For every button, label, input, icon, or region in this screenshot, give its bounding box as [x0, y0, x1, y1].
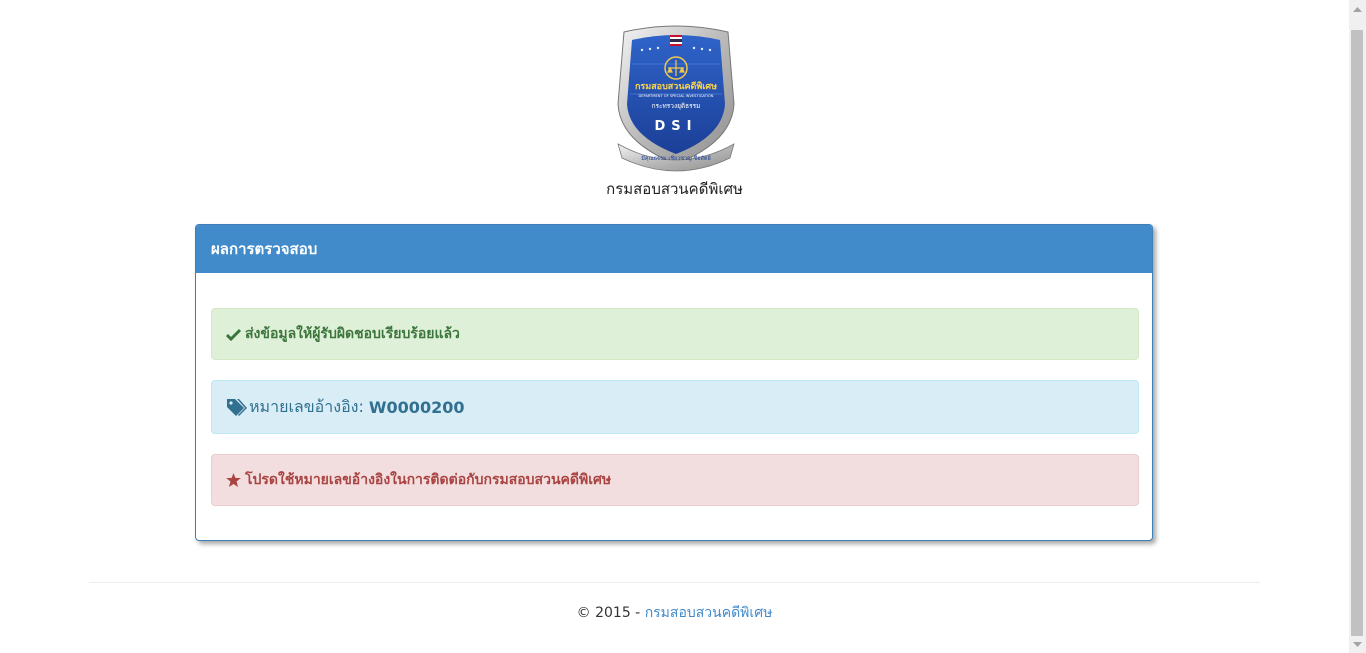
logo-ministry: กระทรวงยุติธรรม [652, 102, 701, 110]
check-icon [226, 328, 241, 341]
logo-dept-name-en: DEPARTMENT OF SPECIAL INVESTIGATION [639, 94, 714, 98]
dsi-logo: กรมสอบสวนคดีพิเศษ DEPARTMENT OF SPECIAL … [617, 25, 735, 172]
notice-alert: โปรดใช้หมายเลขอ้างอิงในการติดต่อกับกรมสอ… [211, 454, 1139, 506]
scroll-thumb[interactable] [1351, 30, 1363, 636]
logo-abbrev: DSI [655, 119, 698, 134]
success-message: ส่งข้อมูลให้ผู้รับผิดชอบเรียบร้อยแล้ว [245, 326, 460, 342]
logo-dept-name: กรมสอบสวนคดีพิเศษ [635, 81, 717, 92]
scroll-down-icon[interactable] [1349, 636, 1366, 653]
reference-alert: หมายเลขอ้างอิง: W0000200 [211, 380, 1139, 434]
panel-title: ผลการตรวจสอบ [196, 225, 1152, 273]
reference-label: หมายเลขอ้างอิง: [249, 396, 364, 416]
logo-motto: มีคุณธรรม เชี่ยวชาญ ซื่อสัตย์ [641, 154, 711, 162]
scroll-up-icon[interactable] [1349, 0, 1366, 17]
star-icon [226, 473, 241, 487]
footer: © 2015 - กรมสอบสวนคดีพิเศษ [0, 603, 1349, 623]
notice-message: โปรดใช้หมายเลขอ้างอิงในการติดต่อกับกรมสอ… [245, 472, 612, 488]
vertical-scrollbar[interactable] [1349, 0, 1366, 653]
org-title: กรมสอบสวนคดีพิเศษ [606, 180, 743, 198]
footer-divider [89, 582, 1260, 583]
tags-icon [226, 398, 247, 416]
footer-org-link[interactable]: กรมสอบสวนคดีพิเศษ [645, 605, 773, 621]
success-alert: ส่งข้อมูลให้ผู้รับผิดชอบเรียบร้อยแล้ว [211, 308, 1139, 360]
reference-number: W0000200 [368, 397, 465, 417]
copyright-text: © 2015 - [576, 605, 645, 621]
result-panel: ผลการตรวจสอบ ส่งข้อมูลให้ผู้รับผิดชอบเรี… [195, 224, 1153, 541]
page: กรมสอบสวนคดีพิเศษ DEPARTMENT OF SPECIAL … [0, 0, 1349, 653]
